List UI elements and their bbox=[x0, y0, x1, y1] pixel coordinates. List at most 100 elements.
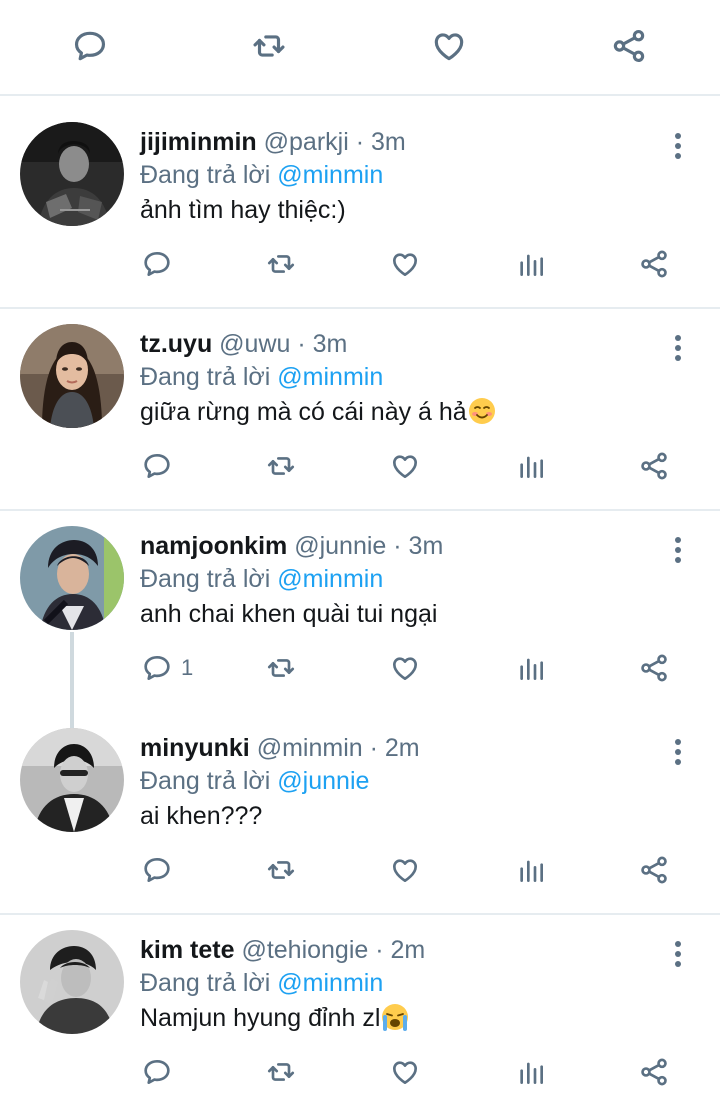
display-name[interactable]: tz.uyu bbox=[140, 330, 212, 358]
share-button[interactable] bbox=[638, 446, 670, 486]
handle[interactable]: @junnie bbox=[294, 532, 386, 560]
display-name[interactable]: minyunki bbox=[140, 734, 250, 762]
display-name[interactable]: kim tete bbox=[140, 936, 234, 964]
like-button[interactable] bbox=[389, 1052, 421, 1092]
timestamp: · 3m bbox=[393, 532, 444, 560]
more-vertical-icon bbox=[675, 133, 681, 159]
more-vertical-icon bbox=[675, 739, 681, 765]
reply-item[interactable]: jijiminmin @parkji · 3m Đang trả lời @mi… bbox=[0, 106, 720, 306]
reply-count: 1 bbox=[181, 655, 194, 680]
more-options-button[interactable] bbox=[664, 124, 692, 168]
reply-item[interactable]: kim tete @tehiongie · 2m Đang trả lời @m… bbox=[0, 914, 720, 1114]
reply-actions bbox=[0, 1052, 720, 1092]
analytics-button[interactable] bbox=[515, 1052, 547, 1092]
retweet-button[interactable] bbox=[265, 648, 297, 688]
like-icon bbox=[393, 657, 417, 680]
share-icon bbox=[641, 250, 667, 278]
avatar[interactable] bbox=[20, 728, 124, 832]
reply-header: namjoonkim @junnie · 3m bbox=[140, 530, 443, 562]
reply-icon bbox=[144, 454, 170, 478]
handle[interactable]: @tehiongie bbox=[241, 936, 368, 964]
timestamp: · 2m bbox=[369, 734, 420, 762]
analytics-icon bbox=[520, 1062, 543, 1084]
like-button[interactable] bbox=[389, 648, 421, 688]
like-icon bbox=[393, 1061, 417, 1084]
timestamp: · 3m bbox=[355, 128, 406, 156]
retweet-button[interactable] bbox=[265, 1052, 297, 1092]
share-button[interactable] bbox=[638, 850, 670, 890]
crying-face-icon bbox=[382, 1004, 409, 1031]
reply-actions bbox=[0, 244, 720, 284]
display-name[interactable]: namjoonkim bbox=[140, 532, 287, 560]
like-button[interactable] bbox=[429, 26, 469, 66]
reply-button[interactable] bbox=[141, 446, 181, 486]
reply-text-content: anh chai khen quài tui ngại bbox=[140, 600, 438, 628]
handle[interactable]: @minmin bbox=[257, 734, 363, 762]
handle[interactable]: @parkji bbox=[264, 128, 349, 156]
replying-to: Đang trả lời @minmin bbox=[140, 159, 383, 191]
divider bbox=[0, 94, 720, 96]
more-vertical-icon bbox=[675, 941, 681, 967]
reply-actions bbox=[0, 850, 720, 890]
retweet-button[interactable] bbox=[265, 244, 297, 284]
reply-actions: 1 bbox=[0, 648, 720, 688]
replying-to-mention[interactable]: @minmin bbox=[277, 969, 383, 997]
avatar[interactable] bbox=[20, 122, 124, 226]
replying-label: Đang trả lời bbox=[140, 363, 271, 391]
retweet-button[interactable] bbox=[265, 446, 297, 486]
share-button[interactable] bbox=[638, 244, 670, 284]
reply-header: tz.uyu @uwu · 3m bbox=[140, 328, 347, 360]
reply-item[interactable]: minyunki @minmin · 2m Đang trả lời @junn… bbox=[0, 712, 720, 912]
reply-text: Namjun hyung đỉnh zl bbox=[140, 1001, 409, 1035]
analytics-button[interactable] bbox=[515, 244, 547, 284]
share-icon bbox=[641, 1058, 667, 1086]
reply-button[interactable] bbox=[141, 850, 181, 890]
share-icon bbox=[641, 856, 667, 884]
more-options-button[interactable] bbox=[664, 932, 692, 976]
reply-text: ai khen??? bbox=[140, 799, 262, 833]
like-icon bbox=[393, 859, 417, 882]
share-icon bbox=[641, 452, 667, 480]
reply-text-content: Namjun hyung đỉnh zl bbox=[140, 1004, 381, 1032]
share-button[interactable] bbox=[609, 26, 649, 66]
replying-to-mention[interactable]: @minmin bbox=[277, 363, 383, 391]
avatar[interactable] bbox=[20, 930, 124, 1034]
reply-button[interactable] bbox=[70, 26, 110, 66]
more-options-button[interactable] bbox=[664, 528, 692, 572]
retweet-button[interactable] bbox=[249, 26, 289, 66]
display-name[interactable]: jijiminmin bbox=[140, 128, 257, 156]
share-button[interactable] bbox=[638, 648, 670, 688]
like-button[interactable] bbox=[389, 244, 421, 284]
reply-button[interactable]: 1 bbox=[141, 648, 193, 688]
retweet-icon bbox=[253, 35, 285, 57]
avatar[interactable] bbox=[20, 324, 124, 428]
reply-text: ảnh tìm hay thiệc:) bbox=[140, 193, 346, 227]
reply-item[interactable]: namjoonkim @junnie · 3m Đang trả lời @mi… bbox=[0, 510, 720, 710]
more-options-button[interactable] bbox=[664, 326, 692, 370]
analytics-button[interactable] bbox=[515, 850, 547, 890]
reply-button[interactable] bbox=[141, 244, 181, 284]
like-icon bbox=[393, 455, 417, 478]
replying-to-mention[interactable]: @minmin bbox=[277, 565, 383, 593]
analytics-icon bbox=[520, 860, 543, 882]
reply-button[interactable] bbox=[141, 1052, 181, 1092]
replying-to-mention[interactable]: @minmin bbox=[277, 161, 383, 189]
replying-to: Đang trả lời @junnie bbox=[140, 765, 369, 797]
share-icon bbox=[641, 654, 667, 682]
like-button[interactable] bbox=[389, 446, 421, 486]
replying-label: Đang trả lời bbox=[140, 161, 271, 189]
retweet-button[interactable] bbox=[265, 850, 297, 890]
reply-icon bbox=[144, 858, 170, 882]
like-button[interactable] bbox=[389, 850, 421, 890]
timestamp: · 3m bbox=[297, 330, 348, 358]
more-options-button[interactable] bbox=[664, 730, 692, 774]
timestamp: · 2m bbox=[375, 936, 426, 964]
reply-item[interactable]: tz.uyu @uwu · 3m Đang trả lời @minmin gi… bbox=[0, 308, 720, 508]
share-button[interactable] bbox=[638, 1052, 670, 1092]
analytics-button[interactable] bbox=[515, 446, 547, 486]
retweet-icon bbox=[267, 659, 295, 677]
handle[interactable]: @uwu bbox=[219, 330, 290, 358]
analytics-button[interactable] bbox=[515, 648, 547, 688]
replying-to-mention[interactable]: @junnie bbox=[277, 767, 369, 795]
avatar[interactable] bbox=[20, 526, 124, 630]
